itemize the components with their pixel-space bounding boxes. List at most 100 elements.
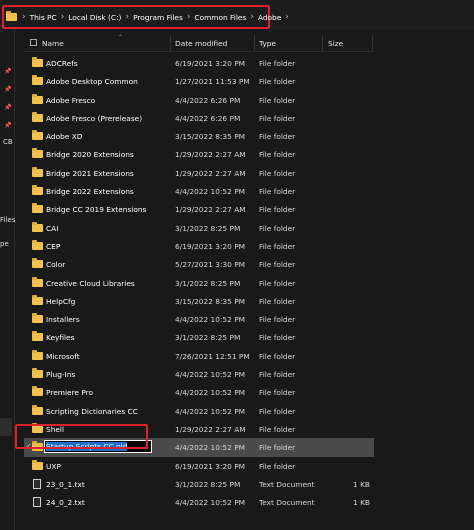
pin-icon: 📌 <box>4 86 12 93</box>
navigation-pane[interactable]: 📌 📌 📌 📌 CB Files pe <box>0 30 15 530</box>
file-type: File folder <box>259 150 296 160</box>
folder-row[interactable]: Adobe Desktop Common 1/27/2021 11:53 PM Fi… <box>24 72 374 90</box>
folder-row[interactable]: Bridge 2020 Extensions 1/29/2022 2:27 AM F… <box>24 145 374 163</box>
file-date-modified: 4/4/2022 6:26 PM <box>175 95 241 105</box>
file-date-modified: 3/1/2022 8:25 PM <box>175 479 241 489</box>
folder-row[interactable]: Scripting Dictionaries CC 4/4/2022 10:52 … <box>24 402 374 420</box>
file-type: File folder <box>259 370 296 380</box>
file-name[interactable]: Installers <box>46 315 80 324</box>
chevron-right-icon[interactable]: › <box>61 12 65 22</box>
folder-row[interactable]: Adobe Fresco 4/4/2022 6:26 PM File folder <box>24 91 374 109</box>
file-date-modified: 3/1/2022 8:25 PM <box>175 278 241 288</box>
file-date-modified: 4/4/2022 10:52 PM <box>175 370 246 380</box>
file-name[interactable]: Premiere Pro <box>46 388 93 397</box>
file-size: 1 KB <box>353 479 370 489</box>
text-file-icon <box>33 478 41 489</box>
folder-row[interactable]: HelpCfg 3/15/2022 8:35 PM File folder <box>24 292 374 310</box>
column-size[interactable]: Size <box>328 39 343 48</box>
column-divider <box>372 35 373 51</box>
chevron-right-icon[interactable]: › <box>22 12 26 22</box>
nav-item-label[interactable]: pe <box>0 240 9 248</box>
file-date-modified: 1/29/2022 2:27 AM <box>175 205 246 215</box>
file-name[interactable]: Creative Cloud Libraries <box>46 279 135 288</box>
breadcrumb-local-disk[interactable]: Local Disk (C:) <box>68 13 121 22</box>
folder-row[interactable]: Plug-Ins 4/4/2022 10:52 PM File folder <box>24 365 374 383</box>
file-name[interactable]: Bridge 2022 Extensions <box>46 187 134 196</box>
file-type: File folder <box>259 443 296 453</box>
folder-row[interactable]: Creative Cloud Libraries 3/1/2022 8:25 PM… <box>24 274 374 292</box>
file-name[interactable]: Bridge CC 2019 Extensions <box>46 205 146 214</box>
nav-item-label[interactable]: Files <box>0 216 15 224</box>
folder-row[interactable]: Bridge CC 2019 Extensions 1/29/2022 2:27 … <box>24 200 374 218</box>
file-type: File folder <box>259 205 296 215</box>
folder-row[interactable]: Bridge 2022 Extensions 4/4/2022 10:52 PM F… <box>24 182 374 200</box>
file-type: File folder <box>259 241 296 251</box>
column-type[interactable]: Type <box>259 39 276 48</box>
file-type: File folder <box>259 406 296 416</box>
folder-icon <box>32 313 43 324</box>
breadcrumb-program-files[interactable]: Program Files <box>133 13 183 22</box>
file-name[interactable]: Adobe XD <box>46 132 82 141</box>
file-date-modified: 3/1/2022 8:25 PM <box>175 223 241 233</box>
column-date-modified[interactable]: Date modified <box>175 39 227 48</box>
folder-row[interactable]: Premiere Pro 4/4/2022 10:52 PM File folder <box>24 383 374 401</box>
folder-icon <box>32 111 43 122</box>
file-name[interactable]: Keyfiles <box>46 333 75 342</box>
file-date-modified: 3/1/2022 8:25 PM <box>175 333 241 343</box>
folder-row[interactable]: CAI 3/1/2022 8:25 PM File folder <box>24 219 374 237</box>
file-name[interactable]: 24_0_2.txt <box>46 498 85 507</box>
file-name[interactable]: Adobe Desktop Common <box>46 77 138 86</box>
file-name[interactable]: Color <box>46 260 65 269</box>
file-name[interactable]: Microsoft <box>46 352 80 361</box>
folder-icon <box>32 386 43 397</box>
file-name[interactable]: ADCRefs <box>46 59 78 68</box>
file-name[interactable]: Adobe Fresco (Prerelease) <box>46 114 142 123</box>
folder-row[interactable]: Color 5/27/2021 3:30 PM File folder <box>24 255 374 273</box>
select-all-checkbox[interactable] <box>30 39 37 48</box>
nav-selected-item[interactable] <box>0 418 12 436</box>
chevron-right-icon[interactable]: › <box>125 12 129 22</box>
file-name[interactable]: CEP <box>46 242 60 251</box>
folder-icon <box>32 239 43 250</box>
file-name[interactable]: Scripting Dictionaries CC <box>46 407 138 416</box>
folder-icon <box>32 166 43 177</box>
file-type: File folder <box>259 95 296 105</box>
file-name[interactable]: Bridge 2021 Extensions <box>46 169 134 178</box>
file-type: File folder <box>259 223 296 233</box>
chevron-right-icon[interactable]: › <box>250 12 254 22</box>
file-name[interactable]: UXP <box>46 462 61 471</box>
file-name[interactable]: 23_0_1.txt <box>46 480 85 489</box>
folder-row[interactable]: Adobe XD 3/15/2022 8:35 PM File folder <box>24 127 374 145</box>
file-name[interactable]: Adobe Fresco <box>46 96 95 105</box>
folder-row[interactable]: Bridge 2021 Extensions 1/29/2022 2:27 AM F… <box>24 164 374 182</box>
folder-row[interactable]: Keyfiles 3/1/2022 8:25 PM File folder <box>24 328 374 346</box>
folder-icon <box>32 349 43 360</box>
file-type: File folder <box>259 59 296 68</box>
file-name[interactable]: Plug-Ins <box>46 370 75 379</box>
file-row[interactable]: 23_0_1.txt 3/1/2022 8:25 PM Text Document 1… <box>24 475 374 493</box>
folder-row[interactable]: Microsoft 7/26/2021 12:51 PM File folder <box>24 347 374 365</box>
file-date-modified: 3/15/2022 8:35 PM <box>175 132 246 142</box>
column-name[interactable]: Name <box>42 39 64 48</box>
folder-icon <box>32 185 43 196</box>
file-name[interactable]: Bridge 2020 Extensions <box>46 150 134 159</box>
file-name[interactable]: CAI <box>46 224 58 233</box>
folder-icon <box>32 130 43 141</box>
folder-row[interactable]: Adobe Fresco (Prerelease) 4/4/2022 6:26 P… <box>24 109 374 127</box>
address-bar[interactable]: › This PC › Local Disk (C:) › Program Fi… <box>0 0 474 30</box>
column-header: ⌃ Name Date modified Type Size <box>24 34 374 52</box>
breadcrumb-common-files[interactable]: Common Files <box>194 13 246 22</box>
folder-row[interactable]: ADCRefs 6/19/2021 3:20 PM File folder <box>24 54 374 72</box>
file-name[interactable]: HelpCfg <box>46 297 75 306</box>
nav-item-label[interactable]: CB <box>3 138 13 146</box>
pin-icon: 📌 <box>4 122 12 129</box>
chevron-right-icon[interactable]: › <box>187 12 191 22</box>
folder-row[interactable]: CEP 6/19/2021 3:20 PM File folder <box>24 237 374 255</box>
breadcrumb-adobe[interactable]: Adobe <box>258 13 281 22</box>
folder-row[interactable]: Installers 4/4/2022 10:52 PM File folder <box>24 310 374 328</box>
folder-row[interactable]: UXP 6/19/2021 3:20 PM File folder <box>24 457 374 475</box>
chevron-right-icon[interactable]: › <box>285 12 289 22</box>
file-row[interactable]: 24_0_2.txt 4/4/2022 10:52 PM Text Document… <box>24 493 374 511</box>
breadcrumb[interactable]: › This PC › Local Disk (C:) › Program Fi… <box>6 9 290 25</box>
breadcrumb-this-pc[interactable]: This PC <box>30 13 57 22</box>
